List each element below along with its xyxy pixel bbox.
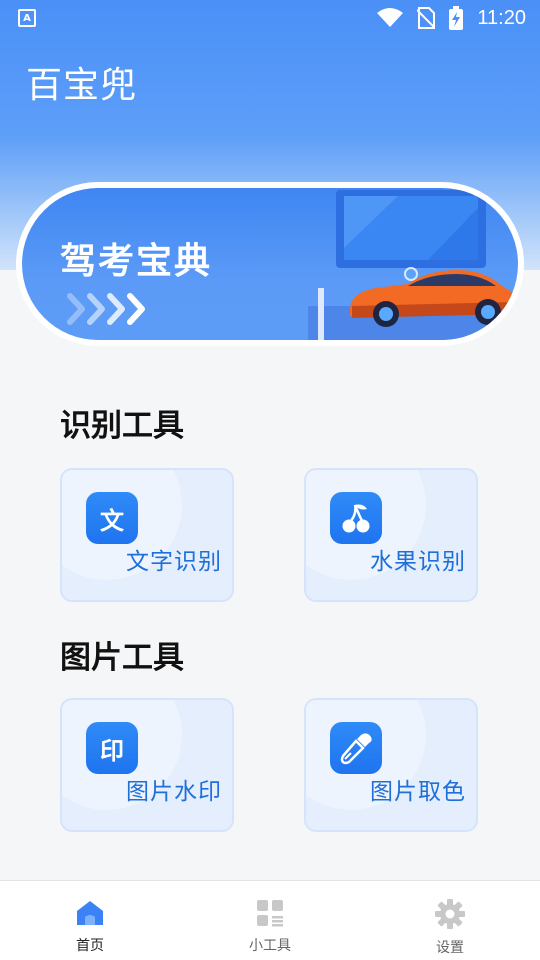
car-illustration [308,190,518,340]
status-time: 11:20 [477,6,526,29]
wifi-icon [377,8,404,27]
fruit-recognition-card[interactable]: 水果识别 [304,468,478,602]
app-title: 百宝兜 [26,65,138,106]
grid-tools-icon [257,900,283,927]
no-sim-icon [417,7,436,29]
nav-label: 首页 [76,938,104,954]
stamp-icon: 印 [86,722,138,774]
nav-item-settings[interactable]: 设置 [360,881,540,960]
nav-label: 小工具 [249,938,291,954]
status-bar: A 11:20 [0,0,540,36]
text-recognition-card[interactable]: 文 文字识别 [60,468,234,602]
gear-icon [435,899,465,929]
notification-a-icon: A [18,9,36,27]
card-label: 图片水印 [126,779,222,805]
cherry-icon [330,492,382,544]
section-title-image-tools: 图片工具 [60,640,184,676]
chevron-arrows-icon [67,293,145,325]
nav-item-home[interactable]: 首页 [0,881,180,960]
eyedropper-icon [330,722,382,774]
card-label: 水果识别 [370,549,466,575]
nav-label: 设置 [436,940,464,956]
image-watermark-card[interactable]: 印 图片水印 [60,698,234,832]
card-label: 图片取色 [370,779,466,805]
bottom-nav: 首页 小工具 设置 [0,880,540,960]
section-title-recognition: 识别工具 [60,408,184,444]
text-recognition-icon: 文 [86,492,138,544]
card-label: 文字识别 [126,549,222,575]
home-icon [77,901,103,925]
nav-item-tools[interactable]: 小工具 [180,881,360,960]
color-picker-card[interactable]: 图片取色 [304,698,478,832]
driving-exam-banner[interactable]: 驾考宝典 [16,182,524,346]
banner-title: 驾考宝典 [60,241,213,282]
battery-charging-icon [449,6,464,30]
